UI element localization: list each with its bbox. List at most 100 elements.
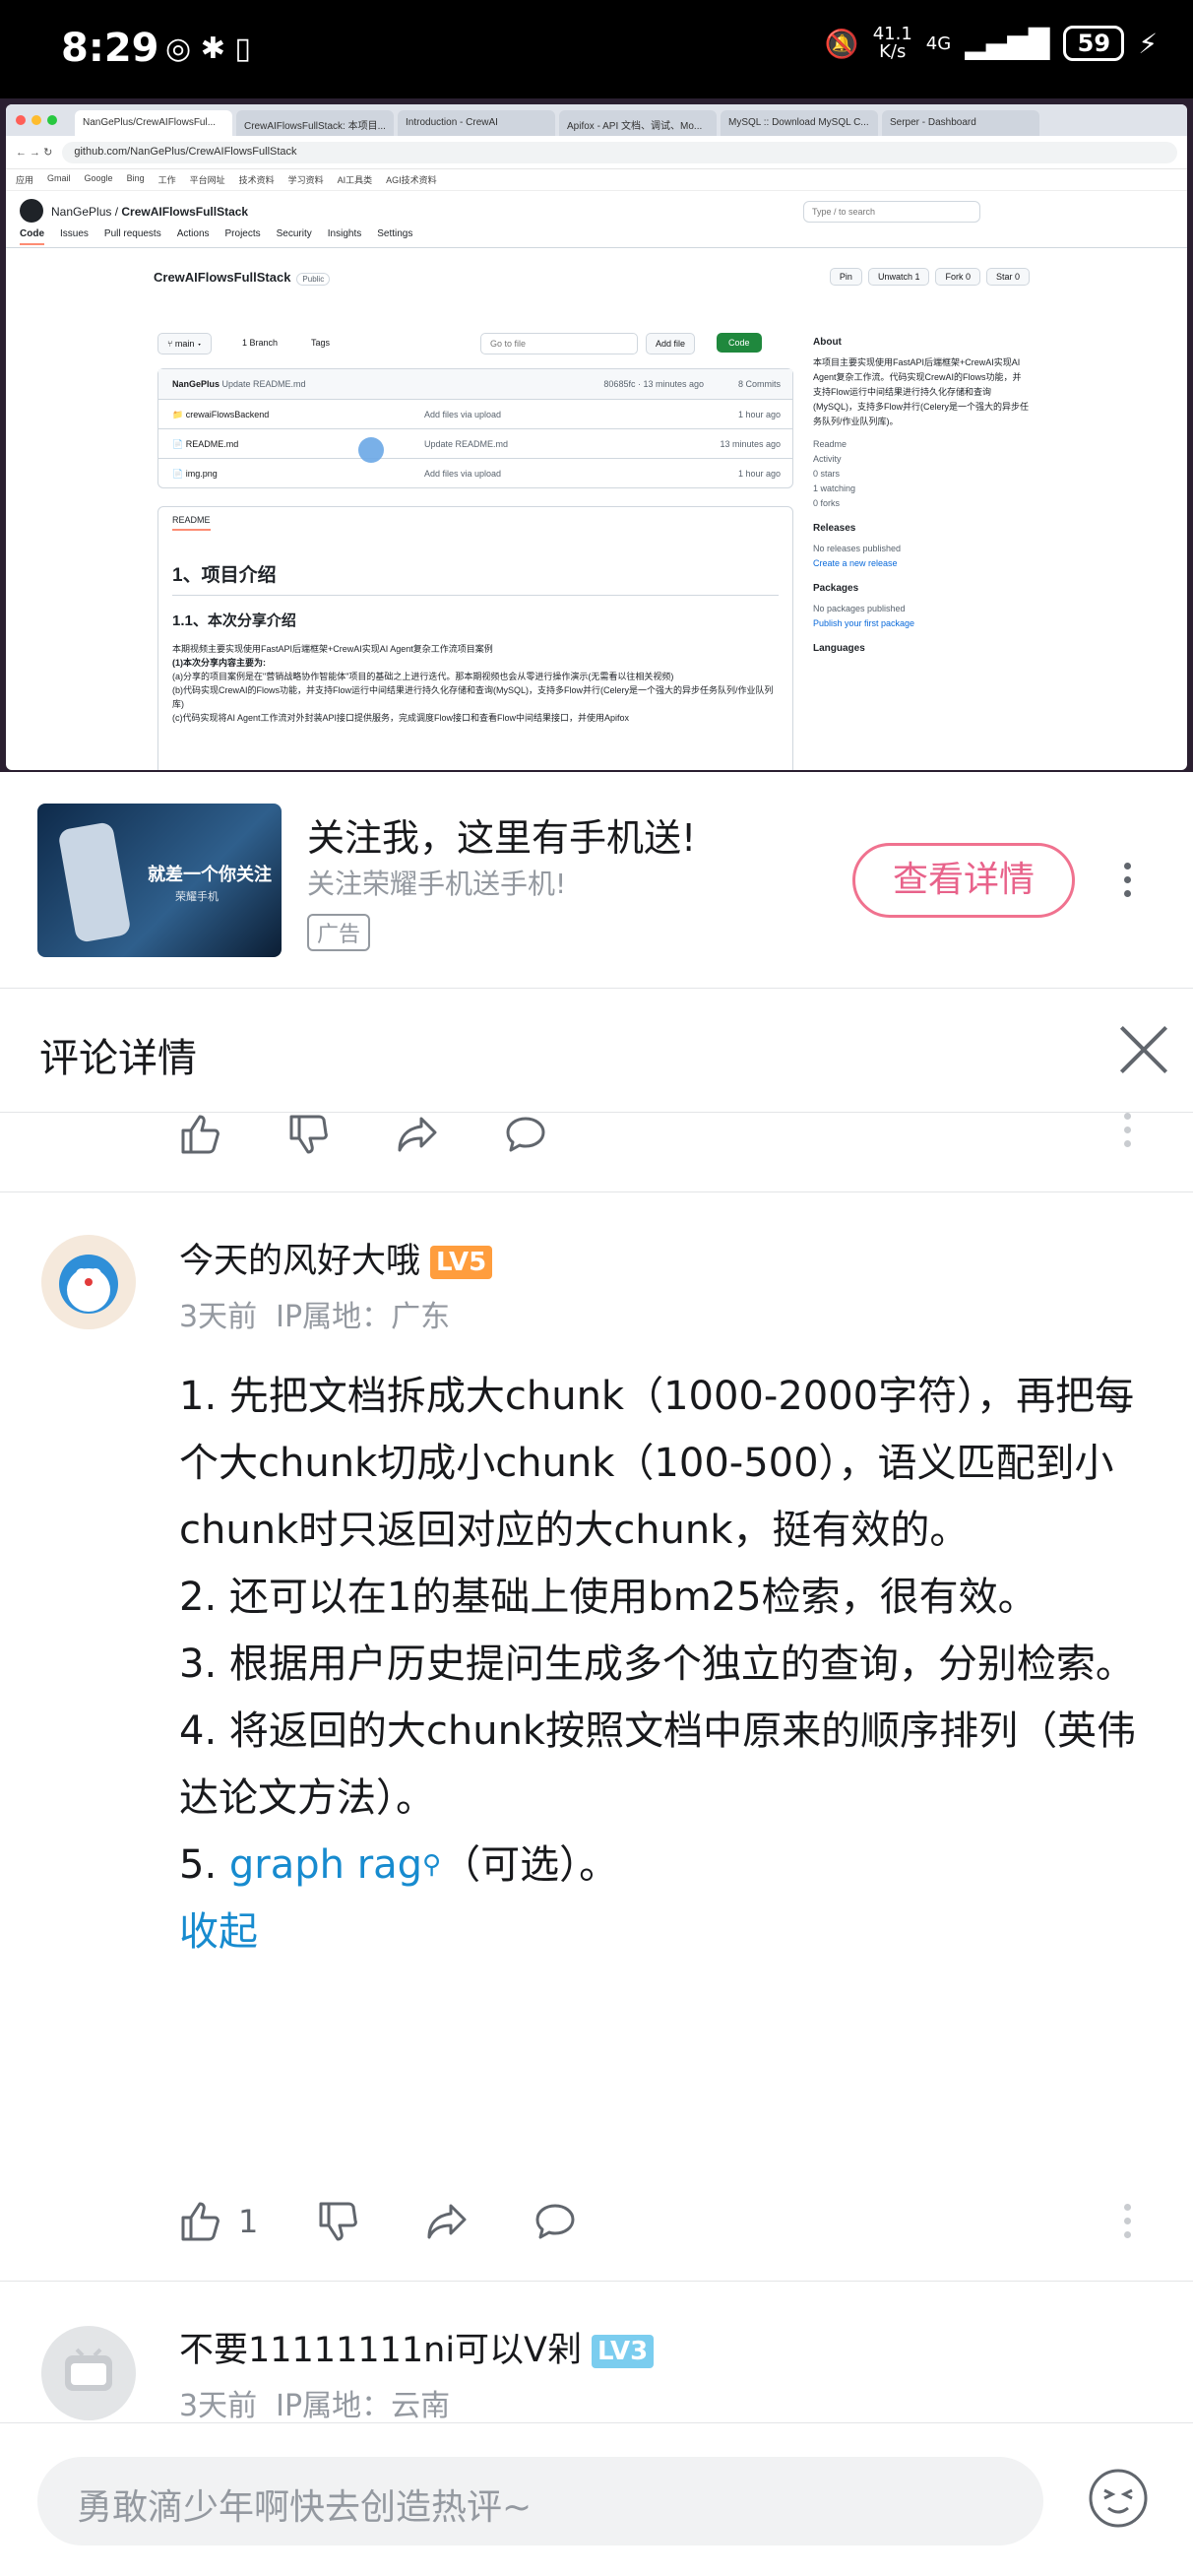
ad-more-icon[interactable] — [1124, 863, 1132, 898]
dislike-icon[interactable] — [315, 2198, 362, 2245]
github-header: NanGePlus / CrewAIFlowsFullStack Type / … — [6, 191, 1187, 248]
network-label: 4G — [925, 32, 952, 54]
avatar[interactable] — [41, 1235, 136, 1329]
comment-meta: 3天前 IP属地：云南 — [179, 2389, 451, 2423]
repo-title: CrewAIFlowsFullStack Public — [154, 270, 331, 286]
charging-icon: ⚡ — [1138, 27, 1158, 60]
share-icon[interactable] — [394, 1111, 441, 1158]
like-icon[interactable] — [177, 1111, 224, 1158]
code-button: Code — [717, 333, 762, 353]
search-icon[interactable]: ⚲ — [422, 1850, 441, 1880]
phone-image — [57, 821, 132, 943]
graph-rag-link[interactable]: graph rag — [229, 1842, 422, 1888]
share-icon[interactable] — [423, 2198, 471, 2245]
bookmark: 学习资料 — [287, 175, 324, 185]
bookmark: 平台网址 — [189, 175, 225, 185]
bookmark: Google — [84, 173, 113, 183]
bookmark: 技术资料 — [238, 175, 275, 185]
more-icon[interactable] — [1124, 2204, 1132, 2239]
collapse-link[interactable]: 收起 — [179, 1899, 1154, 1965]
comment-input[interactable]: 勇敢滴少年啊快去创造热评~ — [37, 2457, 1043, 2545]
browser-tab: NanGePlus/CrewAIFlowsFul... — [75, 110, 232, 136]
readme-line: (1)本次分享内容主要为: — [172, 658, 266, 668]
github-nav-item: Code — [20, 228, 44, 245]
readme-panel: README 1、项目介绍 1.1、本次分享介绍 本期视频主要实现使用FastA… — [157, 506, 793, 770]
file-row: 📄 img.png Add files via upload 1 hour ago — [158, 458, 792, 487]
ad-banner[interactable]: 就差一个你关注 荣耀手机 关注我，这里有手机送! 关注荣耀手机送手机! 广告 查… — [0, 772, 1193, 989]
about-sidebar: About 本项目主要实现使用FastAPI后端框架+CrewAI实现AI Ag… — [813, 337, 1030, 654]
bookmark: 应用 — [16, 175, 34, 185]
url-field: github.com/NanGePlus/CrewAIFlowsFullStac… — [62, 141, 1177, 163]
comment-content: 1. 先把文档拆成大chunk（1000-2000字符），再把每个大chunk切… — [179, 1363, 1154, 1965]
status-bar: 8:29 ◎ ✱ ▯ 🔕 41.1 K/s 4G ▂▄▆█ 59 ⚡ — [0, 0, 1193, 98]
browser-tab: Serper - Dashboard — [882, 110, 1039, 136]
status-right-group: 🔕 41.1 K/s 4G ▂▄▆█ 59 ⚡ — [825, 26, 1158, 61]
branch-select: ⑂ main ▾ — [157, 333, 213, 354]
file-list: NanGePlus Update README.md 80685fc · 13 … — [157, 368, 793, 488]
ad-tag: 广告 — [307, 914, 371, 951]
comment-username[interactable]: 不要11111111ni可以V剁 LV3 — [179, 2322, 655, 2372]
like-count: 1 — [238, 2203, 259, 2240]
level-badge: LV3 — [592, 2335, 655, 2368]
github-nav-item: Insights — [327, 228, 362, 239]
like-icon[interactable] — [177, 2198, 224, 2245]
comment-meta: 3天前 IP属地：广东 — [179, 1300, 451, 1334]
file-row: 📄 README.md Update README.md 13 minutes ag… — [158, 428, 792, 458]
browser-tabbar: NanGePlus/CrewAIFlowsFul... CrewAIFlowsF… — [6, 104, 1187, 136]
readme-line: (b)代码实现CrewAI的Flows功能，并支持Flow运行中间结果进行持久化… — [172, 685, 774, 709]
dislike-icon[interactable] — [285, 1111, 333, 1158]
ad-title[interactable]: 关注我，这里有手机送! — [307, 807, 696, 862]
status-notification-icons: ◎ ✱ ▯ — [165, 32, 251, 66]
prev-comment-actions — [177, 1111, 610, 1158]
ad-details-button[interactable]: 查看详情 — [852, 843, 1075, 918]
browser-tab: Apifox - API 文档、调试、Mo... — [559, 110, 717, 136]
battery-indicator: 59 — [1063, 26, 1125, 61]
divider — [0, 2281, 1193, 2282]
bookmark: Bing — [126, 173, 145, 183]
ad-subtitle: 关注荣耀手机送手机! — [307, 868, 567, 900]
reply-icon[interactable] — [502, 1111, 549, 1158]
github-nav-item: Pull requests — [103, 228, 161, 239]
bookmark: 工作 — [157, 175, 176, 185]
mouse-cursor-indicator — [358, 437, 384, 463]
close-icon[interactable] — [1118, 1024, 1169, 1075]
comment-username[interactable]: 今天的风好大哦 LV5 — [179, 1233, 493, 1283]
ad-image-text: 就差一个你关注 — [148, 865, 272, 885]
latest-commit-row: NanGePlus Update README.md 80685fc · 13 … — [158, 369, 792, 399]
avatar[interactable] — [41, 2326, 136, 2420]
comment-detail-title: 评论详情 — [39, 1036, 197, 1081]
readme-label: README — [172, 515, 211, 531]
browser-tab: MySQL :: Download MySQL C... — [721, 110, 878, 136]
github-search: Type / to search — [803, 201, 980, 223]
browser-tab: Introduction - CrewAI — [398, 110, 555, 136]
level-badge: LV5 — [430, 1246, 493, 1279]
comment-detail-header: 评论详情 — [0, 989, 1193, 1113]
bookmark: AI工具类 — [337, 175, 373, 185]
tags-link: Tags — [311, 338, 331, 348]
video-browser-frame: NanGePlus/CrewAIFlowsFul... CrewAIFlowsF… — [6, 104, 1187, 770]
github-nav-item: Projects — [224, 228, 261, 239]
bookmarks-bar: 应用 Gmail Google Bing 工作 平台网址 技术资料 学习资料 A… — [6, 169, 1187, 191]
divider — [0, 1191, 1193, 1192]
browser-tab: CrewAIFlowsFullStack: 本项目... — [236, 110, 394, 136]
reply-icon[interactable] — [532, 2198, 579, 2245]
bookmark: Gmail — [47, 173, 71, 183]
readme-h2: 1.1、本次分享介绍 — [172, 612, 296, 629]
github-repo-nav: Code Issues Pull requests Actions Projec… — [20, 228, 412, 245]
ad-image-subtext: 荣耀手机 — [175, 890, 219, 903]
comment-line: 4. 将返回的大chunk按照文档中原来的顺序排列（英伟达论文方法）。 — [179, 1708, 1137, 1821]
add-file-button: Add file — [646, 333, 696, 354]
github-nav-item: Issues — [60, 228, 89, 239]
comment-line: 5. graph rag⚲（可选）。 — [179, 1842, 619, 1888]
nav-arrows-icon: ← → ↻ — [16, 147, 53, 159]
status-time: 8:29 — [61, 26, 159, 71]
github-logo-icon — [20, 199, 43, 223]
mute-icon: 🔕 — [824, 27, 859, 60]
emoji-icon[interactable] — [1087, 2467, 1150, 2530]
ad-image[interactable]: 就差一个你关注 荣耀手机 — [37, 804, 282, 957]
github-nav-item: Settings — [377, 228, 413, 239]
github-nav-item: Actions — [176, 228, 210, 239]
comment-line: 3. 根据用户历史提问生成多个独立的查询，分别检索。 — [179, 1642, 1135, 1687]
more-icon[interactable] — [1124, 1113, 1132, 1148]
video-player[interactable]: NanGePlus/CrewAIFlowsFul... CrewAIFlowsF… — [0, 98, 1193, 772]
